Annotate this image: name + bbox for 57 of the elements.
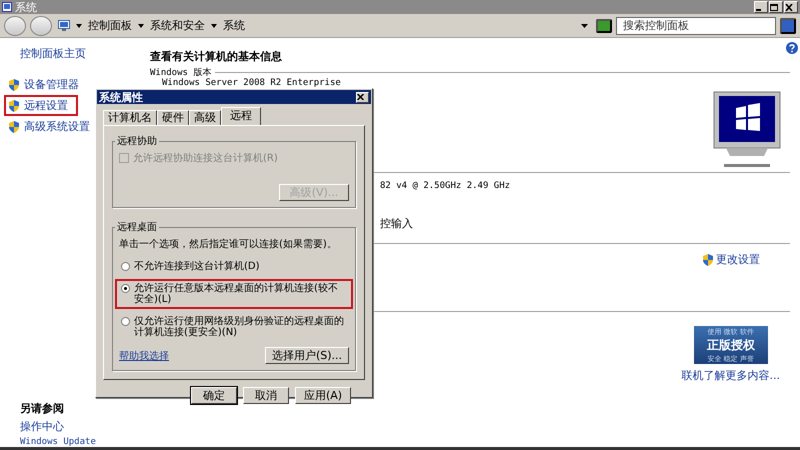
section-title: 另请参阅: [20, 401, 65, 416]
radio-button[interactable]: [121, 262, 130, 271]
tab[interactable]: 硬件: [157, 110, 189, 125]
instruction-text: 单击一个选项，然后指定谁可以连接(如果需要)。: [119, 238, 338, 251]
shield-icon: [8, 120, 20, 134]
select-users-button[interactable]: 选择用户(S)...: [264, 347, 349, 364]
window-title: 系统: [15, 0, 38, 14]
radio-label: 不允许连接到这台计算机(D): [134, 261, 261, 272]
search-field[interactable]: 搜索控制面板: [616, 16, 776, 34]
sidebar-item[interactable]: 设备管理器: [4, 74, 83, 95]
tab[interactable]: 计算机名: [103, 110, 157, 125]
checkbox-label: 允许远程协助连接这台计算机(R): [133, 152, 278, 165]
close-button[interactable]: [784, 1, 798, 13]
page-heading: 查看有关计算机的基本信息: [150, 49, 283, 64]
forward-button[interactable]: [30, 16, 52, 36]
sidebar-link[interactable]: Windows Update: [20, 437, 136, 447]
close-icon: [785, 4, 793, 10]
tab[interactable]: 高级: [189, 110, 221, 125]
close-icon: [357, 94, 364, 100]
sidebar-link[interactable]: 控制面板主页: [20, 46, 136, 61]
radio-label: 允许运行任意版本远程桌面的计算机连接(较不安全)(L): [134, 283, 339, 305]
shield-icon: [8, 78, 20, 92]
tab[interactable]: 远程: [221, 107, 261, 125]
maximize-icon: [770, 4, 778, 10]
window-icon: [2, 2, 12, 12]
breadcrumb[interactable]: 控制面板: [88, 18, 132, 33]
info-text: 控输入: [380, 216, 414, 231]
shield-icon: [8, 98, 20, 112]
section-title: Windows 版本: [150, 66, 212, 78]
minimize-button[interactable]: [754, 1, 768, 13]
breadcrumb[interactable]: 系统: [223, 18, 245, 33]
group-title: 远程桌面: [116, 220, 158, 234]
processor-text: 82 v4 @ 2.50GHz 2.49 GHz: [380, 181, 512, 191]
edition-text: Windows Server 2008 R2 Enterprise: [162, 79, 342, 88]
sidebar-item[interactable]: 高级系统设置: [4, 116, 94, 137]
learn-more-link[interactable]: 联机了解更多内容...: [682, 368, 780, 383]
dialog-button[interactable]: 取消: [243, 387, 289, 404]
maximize-button[interactable]: [769, 1, 783, 13]
dropdown-icon: [581, 24, 588, 28]
change-settings-link[interactable]: 更改设置: [716, 252, 760, 267]
group-title: 远程协助: [116, 134, 158, 148]
radio-button[interactable]: [121, 317, 130, 326]
sidebar-link[interactable]: 操作中心: [20, 419, 136, 434]
computer-icon: [58, 20, 70, 31]
radio-button[interactable]: [121, 284, 130, 293]
help-icon: [786, 42, 798, 54]
close-button[interactable]: [356, 92, 369, 102]
sidebar-item[interactable]: 远程设置: [4, 95, 78, 116]
back-button[interactable]: [4, 16, 26, 36]
dialog-button[interactable]: 确定: [191, 387, 237, 404]
breadcrumb[interactable]: 系统和安全: [150, 18, 205, 33]
dialog-button[interactable]: 应用(A): [295, 387, 351, 404]
dialog-title: 系统属性: [99, 90, 144, 104]
help-link[interactable]: 帮助我选择: [119, 348, 169, 362]
shield-icon: [702, 252, 714, 266]
badge-title: 正版授权: [706, 336, 755, 354]
radio-label: 仅允许运行使用网络级别身份验证的远程桌面的计算机连接(更安全)(N): [134, 316, 345, 338]
